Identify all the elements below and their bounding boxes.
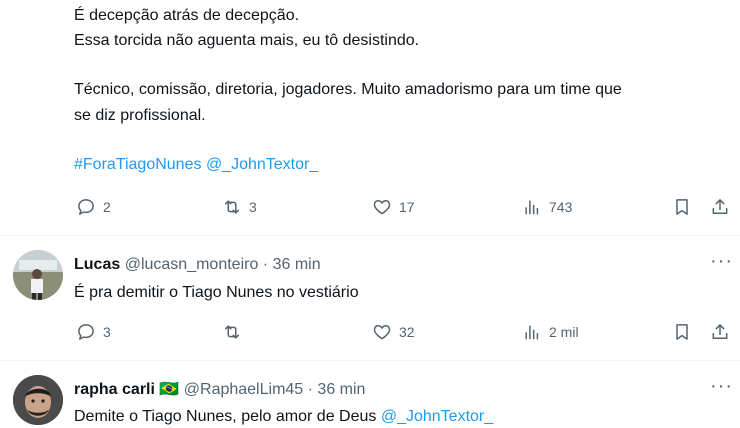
reply-count: 2 (103, 199, 111, 215)
more-options-button[interactable]: ··· (710, 375, 733, 398)
views-count: 2 mil (549, 324, 579, 340)
heart-icon (373, 325, 391, 340)
hashtag-link[interactable]: #ForaTiagoNunes (74, 156, 201, 173)
retweet-icon (225, 325, 239, 339)
divider (0, 235, 740, 236)
reply-count: 3 (103, 324, 111, 340)
share-icon (712, 324, 728, 339)
tweet-text: Demite o Tiago Nunes, pelo amor de Deus … (74, 405, 493, 428)
brazil-flag-icon: 🇧🇷 (159, 381, 180, 398)
tweet-tags-line: #ForaTiagoNunes @_JohnTextor_ (74, 153, 318, 176)
user-handle[interactable]: @lucasn_monteiro (125, 256, 259, 273)
retweet-icon (225, 200, 239, 214)
more-options-button[interactable]: ··· (710, 250, 733, 273)
tweet-text-line-1: É decepção atrás de decepção. (74, 7, 300, 24)
tweet-text-line-4: se diz profissional. (74, 107, 206, 124)
share-button[interactable] (710, 322, 730, 342)
heart-icon (373, 200, 391, 215)
like-button[interactable]: 17 (372, 197, 415, 217)
views-icon (525, 200, 539, 215)
reply-button[interactable]: 2 (76, 197, 111, 217)
tweet-text-line-2: Essa torcida não aguenta mais, eu tô des… (74, 32, 420, 49)
like-count: 17 (399, 199, 415, 215)
bookmark-icon (676, 199, 688, 215)
share-button[interactable] (710, 197, 730, 217)
timestamp[interactable]: 36 min (317, 381, 365, 398)
display-name[interactable]: rapha carli (74, 381, 155, 398)
tweet-text-body: Demite o Tiago Nunes, pelo amor de Deus (74, 408, 377, 425)
like-button[interactable]: 32 (372, 322, 415, 342)
separator-dot: · (262, 256, 269, 273)
avatar[interactable] (13, 250, 63, 300)
separator-dot: · (307, 381, 313, 398)
display-name[interactable]: Lucas (74, 256, 120, 273)
retweet-button[interactable] (222, 322, 249, 342)
tweet-text: É pra demitir o Tiago Nunes no vestiário (74, 284, 359, 301)
tweet-text-line-3: Técnico, comissão, diretoria, jogadores.… (74, 81, 622, 98)
bookmark-button[interactable] (672, 322, 692, 342)
mention-link[interactable]: @_JohnTextor_ (381, 408, 493, 425)
tweet-header: rapha carli 🇧🇷 @RaphaelLim45 · 36 min (74, 378, 365, 401)
views-button[interactable]: 2 mil (522, 322, 579, 342)
views-icon (525, 325, 539, 340)
bookmark-icon (676, 324, 688, 340)
views-count: 743 (549, 199, 573, 215)
mention-link[interactable]: @_JohnTextor_ (206, 156, 318, 173)
like-count: 32 (399, 324, 415, 340)
retweet-button[interactable]: 3 (222, 197, 257, 217)
reply-icon (78, 199, 94, 215)
views-button[interactable]: 743 (522, 197, 572, 217)
retweet-count: 3 (249, 199, 257, 215)
divider (0, 360, 740, 361)
share-icon (712, 199, 728, 214)
tweet-header: Lucas @lucasn_monteiro · 36 min (74, 253, 321, 276)
reply-icon (78, 324, 94, 340)
timestamp[interactable]: 36 min (273, 256, 321, 273)
avatar[interactable] (13, 375, 63, 425)
user-handle[interactable]: @RaphaelLim45 (184, 381, 303, 398)
reply-button[interactable]: 3 (76, 322, 111, 342)
bookmark-button[interactable] (672, 197, 692, 217)
